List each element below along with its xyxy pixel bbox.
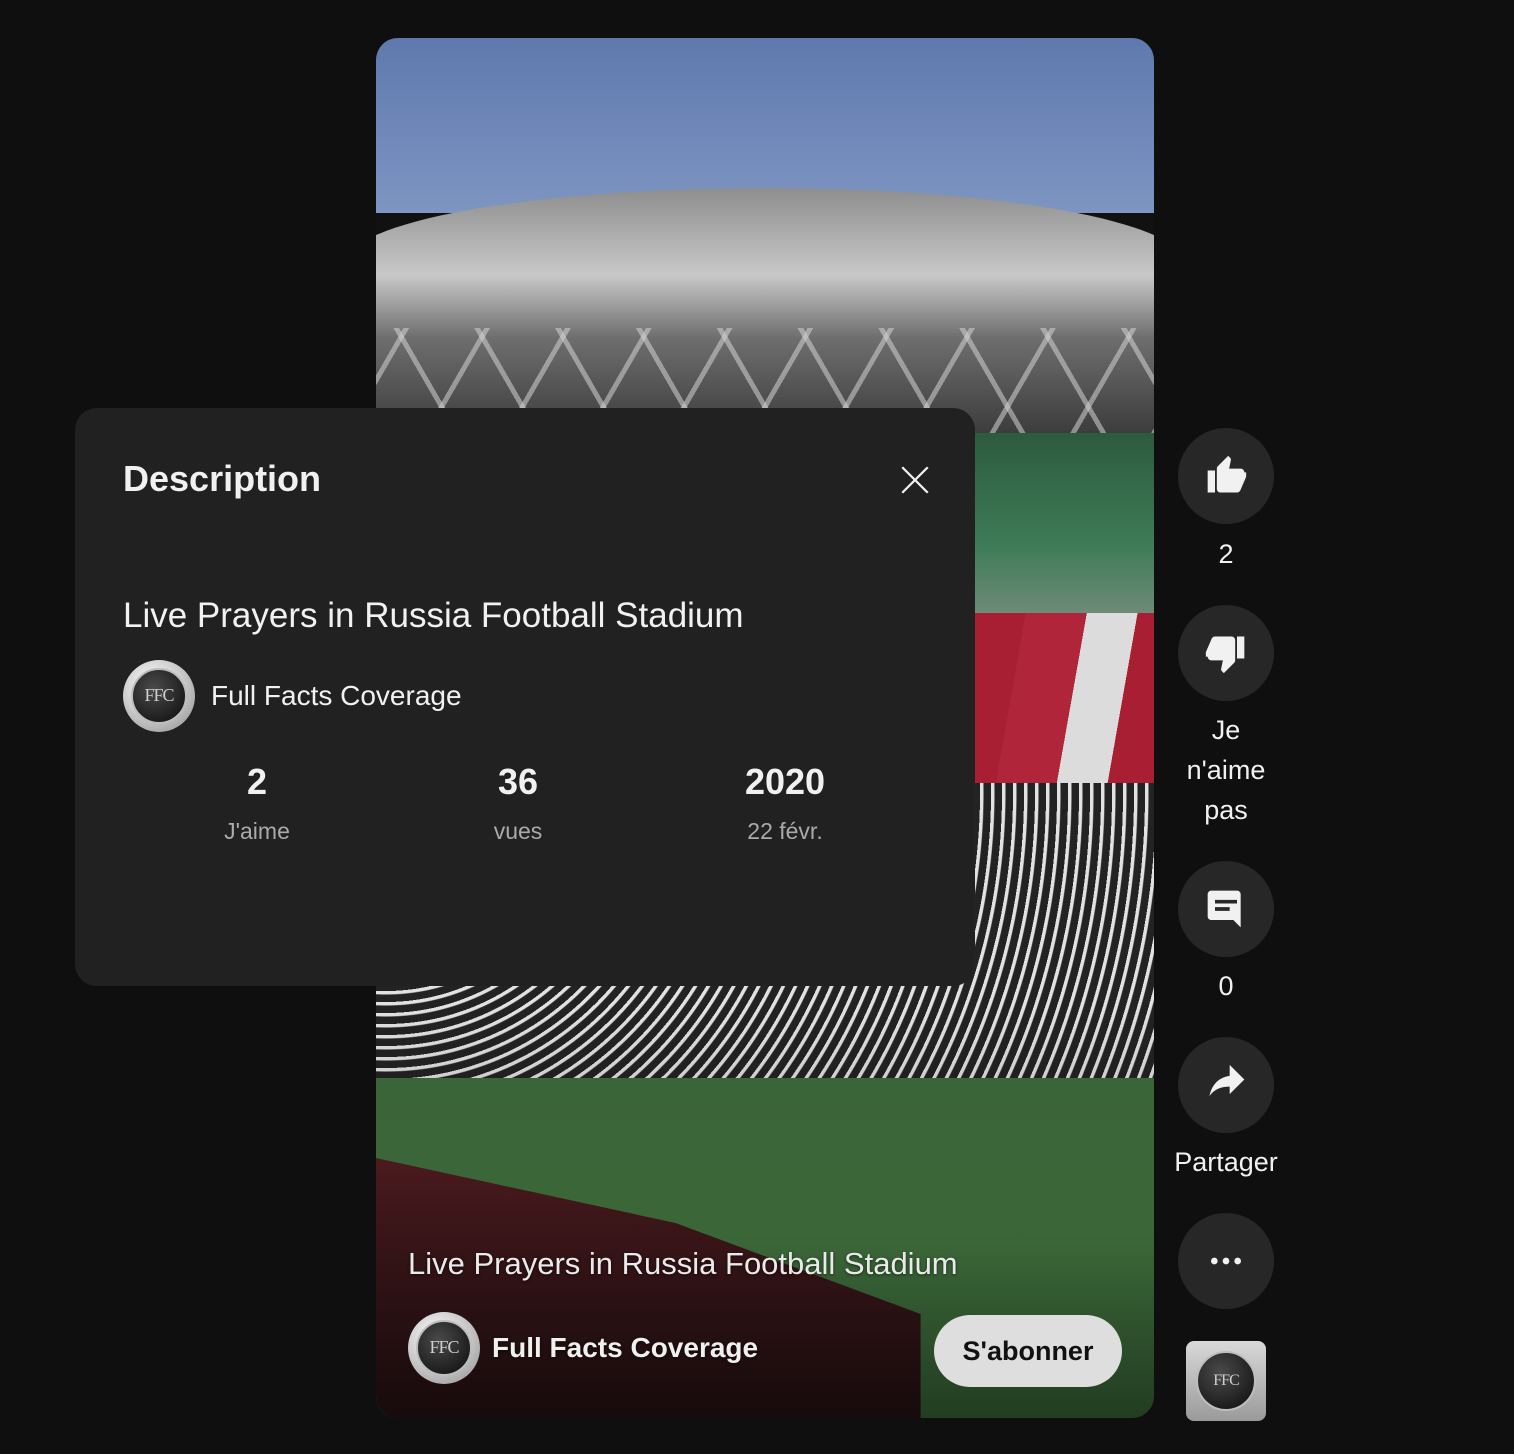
channel-avatar[interactable]: FFC xyxy=(408,1312,480,1384)
more-horizontal-icon xyxy=(1211,1257,1241,1265)
description-avatar-monogram: FFC xyxy=(131,668,187,724)
share-label: Partager xyxy=(1174,1147,1278,1177)
comment-count: 0 xyxy=(1218,971,1234,1001)
sound-source-thumbnail[interactable]: FFC xyxy=(1186,1341,1266,1421)
video-overlay-title[interactable]: Live Prayers in Russia Football Stadium xyxy=(408,1246,958,1282)
sound-thumbnail-monogram: FFC xyxy=(1196,1351,1256,1411)
overlay-channel-name[interactable]: Full Facts Coverage xyxy=(492,1332,758,1364)
more-actions-button[interactable] xyxy=(1178,1213,1274,1309)
close-button[interactable] xyxy=(889,454,941,506)
stat-views-value: 36 xyxy=(497,761,539,802)
like-count: 2 xyxy=(1218,539,1234,569)
description-panel: Description Live Prayers in Russia Footb… xyxy=(75,408,975,986)
channel-avatar-monogram: FFC xyxy=(416,1320,472,1376)
share-button[interactable] xyxy=(1178,1037,1274,1133)
panel-heading: Description xyxy=(123,458,322,499)
thumbs-up-icon xyxy=(1207,455,1247,493)
thumbs-down-icon xyxy=(1205,636,1245,674)
close-icon xyxy=(901,466,929,494)
description-video-title: Live Prayers in Russia Football Stadium xyxy=(123,596,744,635)
subscribe-button[interactable]: S'abonner xyxy=(934,1315,1122,1387)
description-channel-name[interactable]: Full Facts Coverage xyxy=(211,680,462,712)
stat-date: 2020 22 févr. xyxy=(675,760,895,845)
stat-likes-label: J'aime xyxy=(224,818,290,844)
stat-date-year: 2020 xyxy=(744,761,826,802)
stat-views-label: vues xyxy=(493,818,543,844)
overlay-channel-info[interactable]: FFC Full Facts Coverage xyxy=(408,1312,758,1384)
stat-likes-value: 2 xyxy=(246,761,268,802)
like-button[interactable] xyxy=(1178,428,1274,524)
dislike-label: Je n'aime pas xyxy=(1186,715,1266,825)
stat-views: 36 vues xyxy=(408,760,628,845)
dislike-button[interactable] xyxy=(1178,605,1274,701)
comments-button[interactable] xyxy=(1178,861,1274,957)
description-channel-info[interactable]: FFC Full Facts Coverage xyxy=(123,660,462,732)
share-arrow-icon xyxy=(1209,1064,1245,1096)
stat-likes: 2 J'aime xyxy=(147,760,367,845)
comment-icon xyxy=(1207,890,1241,928)
stat-date-day: 22 févr. xyxy=(747,818,823,844)
description-channel-avatar[interactable]: FFC xyxy=(123,660,195,732)
